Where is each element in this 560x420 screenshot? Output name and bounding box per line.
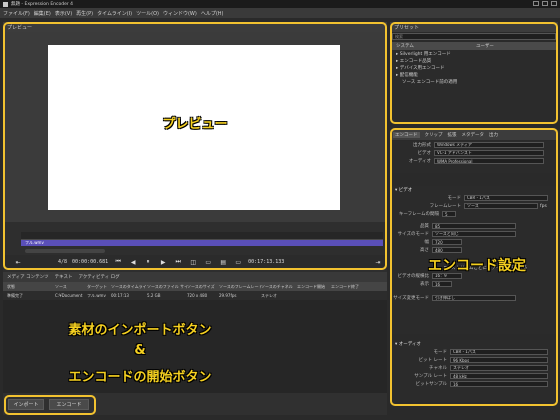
media-table-header: 状態 ソース ターゲット ソースのタイムライン ソースのファイル サイズ ソース… [3, 282, 387, 291]
column-header[interactable]: ソースのフレームレート [219, 284, 261, 290]
menu-window[interactable]: ウィンドウ(W) [163, 10, 197, 17]
table-row[interactable]: 準備完了 C:¥Document フル.wmv 00:17:13 5.2 GB … [3, 291, 387, 300]
cell-framerate: 29.97fps [219, 293, 237, 298]
menu-file[interactable]: ファイル(F) [3, 10, 30, 17]
window-controls [533, 1, 557, 6]
media-tabs: メディア コンテンツ テキスト アクティビティ ログ [3, 272, 387, 282]
menu-edit[interactable]: 編集(E) [34, 10, 51, 17]
buttons-highlight-frame [4, 395, 96, 415]
column-header[interactable]: ソースのサイズ [187, 284, 219, 290]
menu-play[interactable]: 再生(P) [76, 10, 93, 17]
cell-channels: ステレオ [261, 292, 277, 298]
cell-target: フル.wmv [87, 292, 106, 298]
encode-settings-highlight-frame [390, 128, 558, 406]
cell-duration: 00:17:13 [111, 293, 129, 298]
menu-bar: ファイル(F) 編集(E) 表示(V) 再生(P) タイムライン(I) ツール(… [0, 8, 560, 18]
cell-dimensions: 720 x 480 [187, 293, 208, 298]
cell-status: 準備完了 [7, 292, 23, 298]
menu-view[interactable]: 表示(V) [55, 10, 72, 17]
title-bar: 無題 - Expression Encoder 4 [0, 0, 560, 8]
import-encode-overlay-line2: & [134, 343, 146, 358]
column-header[interactable]: ターゲット [87, 284, 111, 290]
close-icon[interactable] [551, 1, 557, 6]
import-encode-overlay-line3: エンコードの開始ボタン [68, 370, 212, 385]
preview-highlight-frame [3, 22, 387, 270]
menu-help[interactable]: ヘルプ(H) [201, 10, 224, 17]
column-header[interactable]: ソースのファイル サイズ [147, 284, 187, 290]
import-encode-overlay-line1: 素材のインポートボタン [68, 323, 212, 338]
tab-media-content[interactable]: メディア コンテンツ [7, 274, 49, 280]
cell-source: C:¥Document [55, 293, 83, 298]
app-icon [3, 1, 8, 7]
presets-highlight-frame [390, 22, 558, 124]
window-title: 無題 - Expression Encoder 4 [11, 2, 74, 7]
column-header[interactable]: エンコード終了 [331, 284, 365, 290]
minimize-icon[interactable] [533, 1, 539, 6]
maximize-icon[interactable] [542, 1, 548, 6]
cell-size: 5.2 GB [147, 293, 161, 298]
column-header[interactable]: ソース [55, 284, 87, 290]
column-header[interactable]: エンコード開始 [297, 284, 331, 290]
column-header[interactable]: ソースのタイムライン [111, 284, 147, 290]
tab-activity-log[interactable]: アクティビティ ログ [79, 274, 120, 280]
menu-tools[interactable]: ツール(O) [136, 10, 159, 17]
column-header[interactable]: ソースのチャネル [261, 284, 297, 290]
column-header[interactable]: 状態 [7, 284, 55, 290]
menu-timeline[interactable]: タイムライン(I) [97, 10, 132, 17]
tab-text[interactable]: テキスト [55, 274, 73, 280]
